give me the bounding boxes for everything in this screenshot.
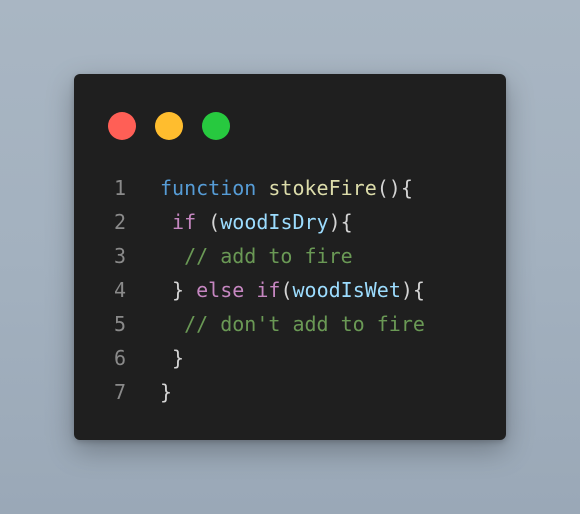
code-block: 1 function stokeFire(){2 if (woodIsDry){3… xyxy=(74,171,506,409)
code-token: // don't add to fire xyxy=(184,312,425,336)
line-number: 7 xyxy=(113,380,126,404)
code-token: ){ xyxy=(400,278,425,302)
code-token: woodIsWet xyxy=(292,278,401,302)
code-token: ){ xyxy=(328,210,353,234)
code-token: } xyxy=(160,380,173,404)
line-source: } xyxy=(160,375,172,409)
code-token: stokeFire xyxy=(268,176,377,200)
code-token: } xyxy=(172,278,197,302)
close-window-button[interactable] xyxy=(108,112,136,140)
code-token: (){ xyxy=(376,176,413,200)
line-source: function stokeFire(){ xyxy=(160,171,413,205)
minimize-window-button[interactable] xyxy=(155,112,183,140)
code-token: if xyxy=(256,278,281,302)
code-token: } xyxy=(172,346,185,370)
code-token: // add to fire xyxy=(184,244,353,268)
line-number: 6 xyxy=(113,346,126,370)
code-line: 1 function stokeFire(){ xyxy=(74,171,506,205)
code-line: 4 } else if(woodIsWet){ xyxy=(74,273,506,307)
code-line: 3 // add to fire xyxy=(74,239,506,273)
line-number: 3 xyxy=(113,244,126,268)
code-window: 1 function stokeFire(){2 if (woodIsDry){3… xyxy=(74,74,506,440)
line-source: if (woodIsDry){ xyxy=(160,205,353,239)
code-line: 7} xyxy=(74,375,506,409)
code-line: 2 if (woodIsDry){ xyxy=(74,205,506,239)
line-source: } xyxy=(160,341,184,375)
code-token: woodIsDry xyxy=(220,210,329,234)
line-number: 2 xyxy=(113,210,126,234)
code-token: function xyxy=(160,176,257,200)
line-number: 1 xyxy=(113,176,126,200)
code-token: else xyxy=(196,278,245,302)
code-line: 6 } xyxy=(74,341,506,375)
line-source: } else if(woodIsWet){ xyxy=(160,273,425,307)
line-source: // don't add to fire xyxy=(160,307,425,341)
line-source: // add to fire xyxy=(160,239,353,273)
code-line: 5 // don't add to fire xyxy=(74,307,506,341)
line-number: 4 xyxy=(113,278,126,302)
code-token: ( xyxy=(280,278,293,302)
line-number: 5 xyxy=(113,312,126,336)
maximize-window-button[interactable] xyxy=(202,112,230,140)
code-token: if xyxy=(172,210,197,234)
code-token: ( xyxy=(196,210,221,234)
